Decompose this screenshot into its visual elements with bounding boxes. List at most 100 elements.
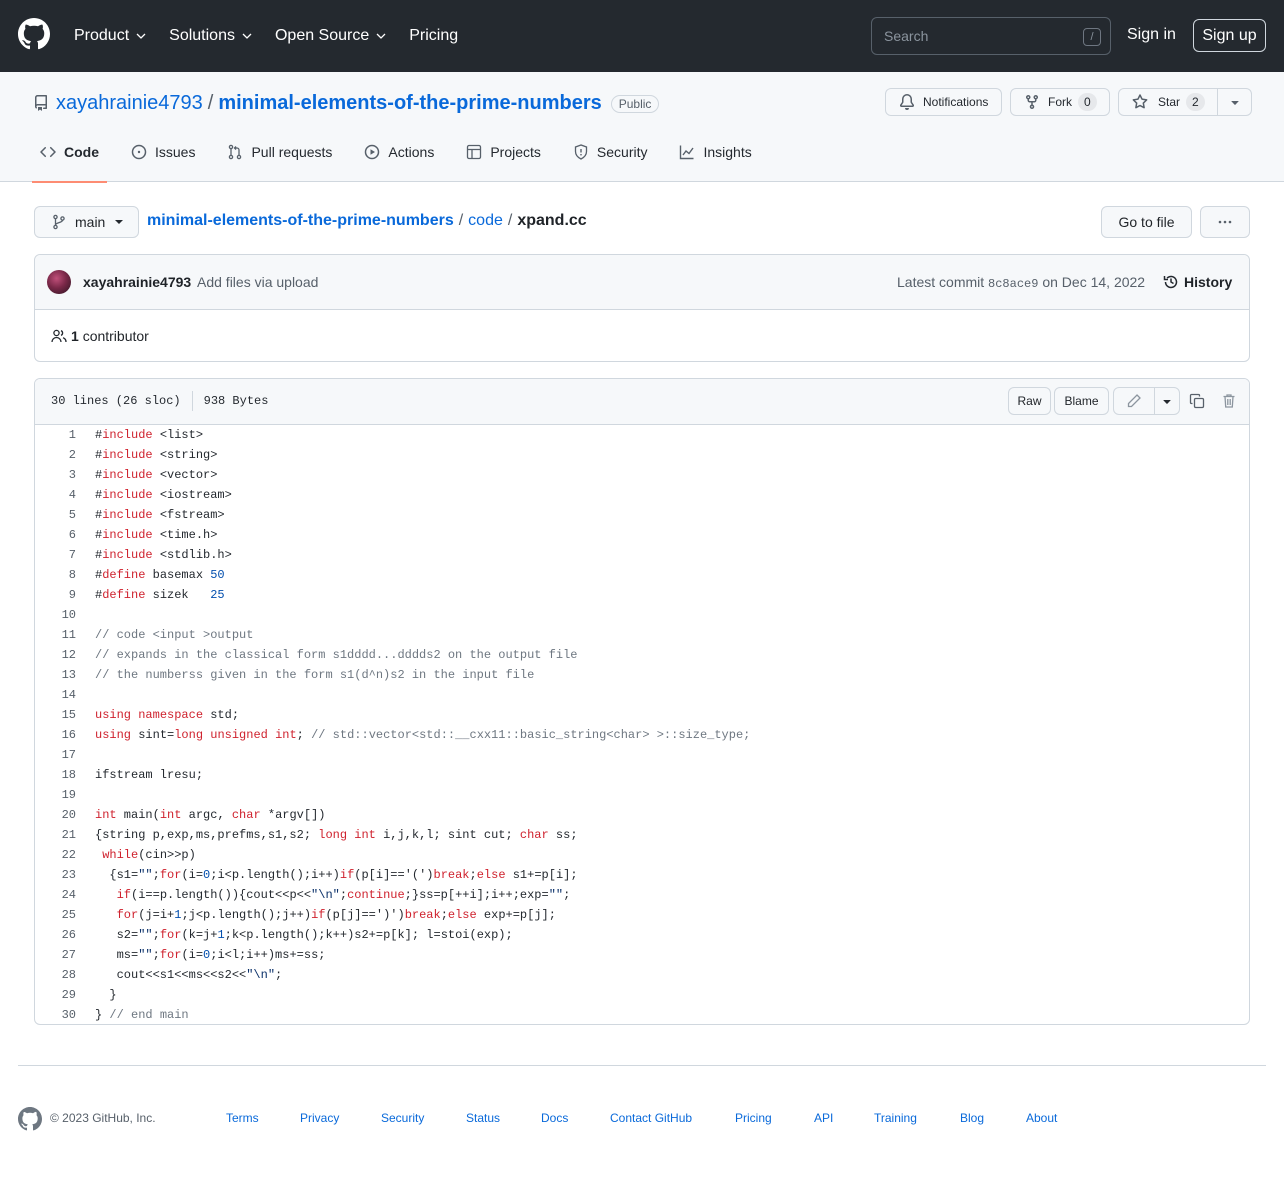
line-number[interactable]: 7 <box>35 545 76 565</box>
more-options-button[interactable] <box>1200 206 1250 238</box>
footer-link-api[interactable]: API <box>814 1111 833 1125</box>
line-number[interactable]: 11 <box>35 625 76 645</box>
tab-code-label: Code <box>64 144 99 160</box>
trash-icon[interactable] <box>1221 393 1237 409</box>
fork-label: Fork <box>1048 95 1072 109</box>
raw-button[interactable]: Raw <box>1008 387 1051 415</box>
line-content: #include <iostream> <box>95 488 232 502</box>
tab-insights[interactable]: Insights <box>671 136 759 182</box>
line-number[interactable]: 17 <box>35 745 76 765</box>
line-number[interactable]: 15 <box>35 705 76 725</box>
line-content: {s1="";for(i=0;i<p.length();i++)if(p[i]=… <box>95 868 578 882</box>
line-number[interactable]: 22 <box>35 845 76 865</box>
sign-in-link[interactable]: Sign in <box>1127 26 1176 44</box>
nav-open-source[interactable]: Open Source <box>275 27 387 45</box>
breadcrumb-repo-link[interactable]: minimal-elements-of-the-prime-numbers <box>147 212 454 230</box>
nav-pricing[interactable]: Pricing <box>409 27 458 45</box>
nav-solutions[interactable]: Solutions <box>169 27 253 45</box>
line-number[interactable]: 1 <box>35 425 76 445</box>
contributors-link[interactable]: 1 contributor <box>51 328 149 344</box>
commit-message-link[interactable]: Add files via upload <box>197 274 318 290</box>
edit-options-dropdown[interactable] <box>1154 387 1180 415</box>
line-number[interactable]: 12 <box>35 645 76 665</box>
line-content: using namespace std; <box>95 708 240 722</box>
commit-author-link[interactable]: xayahrainie4793 <box>83 274 191 290</box>
tab-security[interactable]: Security <box>565 136 656 182</box>
blame-button[interactable]: Blame <box>1054 387 1109 415</box>
visibility-badge: Public <box>610 94 660 113</box>
footer-link-blog[interactable]: Blog <box>960 1111 984 1125</box>
repo-name-link[interactable]: minimal-elements-of-the-prime-numbers <box>218 92 601 115</box>
star-icon <box>1132 94 1148 109</box>
issue-icon <box>131 144 147 160</box>
copy-icon[interactable] <box>1189 393 1205 409</box>
line-number[interactable]: 21 <box>35 825 76 845</box>
footer-link-security[interactable]: Security <box>381 1111 424 1125</box>
tab-projects[interactable]: Projects <box>458 136 549 182</box>
line-content <box>76 685 95 705</box>
search-placeholder: Search <box>884 28 929 44</box>
footer-link-about[interactable]: About <box>1026 1111 1057 1125</box>
footer-link-contact[interactable]: Contact GitHub <box>610 1111 692 1125</box>
line-number[interactable]: 30 <box>35 1005 76 1024</box>
go-to-file-button[interactable]: Go to file <box>1101 206 1192 238</box>
branch-selector[interactable]: main <box>34 206 139 238</box>
line-number[interactable]: 2 <box>35 445 76 465</box>
commit-sha-link[interactable]: 8c8ace9 <box>988 277 1038 291</box>
footer-link-terms[interactable]: Terms <box>226 1111 259 1125</box>
avatar[interactable] <box>47 270 71 294</box>
github-logo-icon[interactable] <box>18 18 50 50</box>
line-number[interactable]: 19 <box>35 785 76 805</box>
footer-link-pricing[interactable]: Pricing <box>735 1111 772 1125</box>
tab-code[interactable]: Code <box>32 136 107 183</box>
repo-owner-link[interactable]: xayahrainie4793 <box>56 92 203 115</box>
file-info: 30 lines (26 sloc) 938 Bytes <box>51 391 268 411</box>
history-link[interactable]: History <box>1163 274 1232 290</box>
nav-product[interactable]: Product <box>74 27 147 45</box>
line-number[interactable]: 3 <box>35 465 76 485</box>
search-input[interactable]: Search / <box>871 17 1111 55</box>
line-number[interactable]: 18 <box>35 765 76 785</box>
line-number[interactable]: 10 <box>35 605 76 625</box>
line-number[interactable]: 14 <box>35 685 76 705</box>
tab-issues[interactable]: Issues <box>123 136 203 182</box>
line-number[interactable]: 20 <box>35 805 76 825</box>
tab-actions[interactable]: Actions <box>356 136 442 182</box>
line-content: while(cin>>p) <box>102 848 196 862</box>
file-header: 30 lines (26 sloc) 938 Bytes Raw Blame <box>35 379 1249 425</box>
notifications-button[interactable]: Notifications <box>885 88 1002 116</box>
sign-up-button[interactable]: Sign up <box>1193 19 1266 52</box>
footer-link-status[interactable]: Status <box>466 1111 500 1125</box>
line-number[interactable]: 24 <box>35 885 76 905</box>
star-button[interactable]: Star 2 <box>1118 88 1218 116</box>
code-line: 3 #include <vector> <box>35 465 1249 485</box>
line-number[interactable]: 26 <box>35 925 76 945</box>
line-number[interactable]: 25 <box>35 905 76 925</box>
line-number[interactable]: 9 <box>35 585 76 605</box>
line-number[interactable]: 5 <box>35 505 76 525</box>
fork-button[interactable]: Fork 0 <box>1010 88 1110 116</box>
line-number[interactable]: 29 <box>35 985 76 1005</box>
line-number[interactable]: 28 <box>35 965 76 985</box>
line-number[interactable]: 6 <box>35 525 76 545</box>
line-number[interactable]: 13 <box>35 665 76 685</box>
repo-title: xayahrainie4793 / minimal-elements-of-th… <box>56 92 660 115</box>
repo-header: xayahrainie4793 / minimal-elements-of-th… <box>0 72 1284 183</box>
line-number[interactable]: 16 <box>35 725 76 745</box>
tab-pull-requests[interactable]: Pull requests <box>219 136 340 182</box>
line-number[interactable]: 23 <box>35 865 76 885</box>
star-list-dropdown[interactable] <box>1217 88 1252 116</box>
code-line: 27 ms="";for(i=0;i<l;i++)ms+=ss; <box>35 945 1249 965</box>
line-number[interactable]: 4 <box>35 485 76 505</box>
edit-file-button[interactable] <box>1113 387 1155 415</box>
breadcrumb-dir-link[interactable]: code <box>468 212 503 230</box>
line-number[interactable]: 27 <box>35 945 76 965</box>
footer-link-privacy[interactable]: Privacy <box>300 1111 339 1125</box>
footer-link-training[interactable]: Training <box>874 1111 917 1125</box>
fork-icon <box>1026 95 1038 110</box>
latest-commit-info: Latest commit 8c8ace9 on Dec 14, 2022 <box>897 274 1145 291</box>
line-number[interactable]: 8 <box>35 565 76 585</box>
line-content: #include <fstream> <box>95 508 225 522</box>
github-mark-icon[interactable] <box>18 1107 42 1131</box>
footer-link-docs[interactable]: Docs <box>541 1111 568 1125</box>
